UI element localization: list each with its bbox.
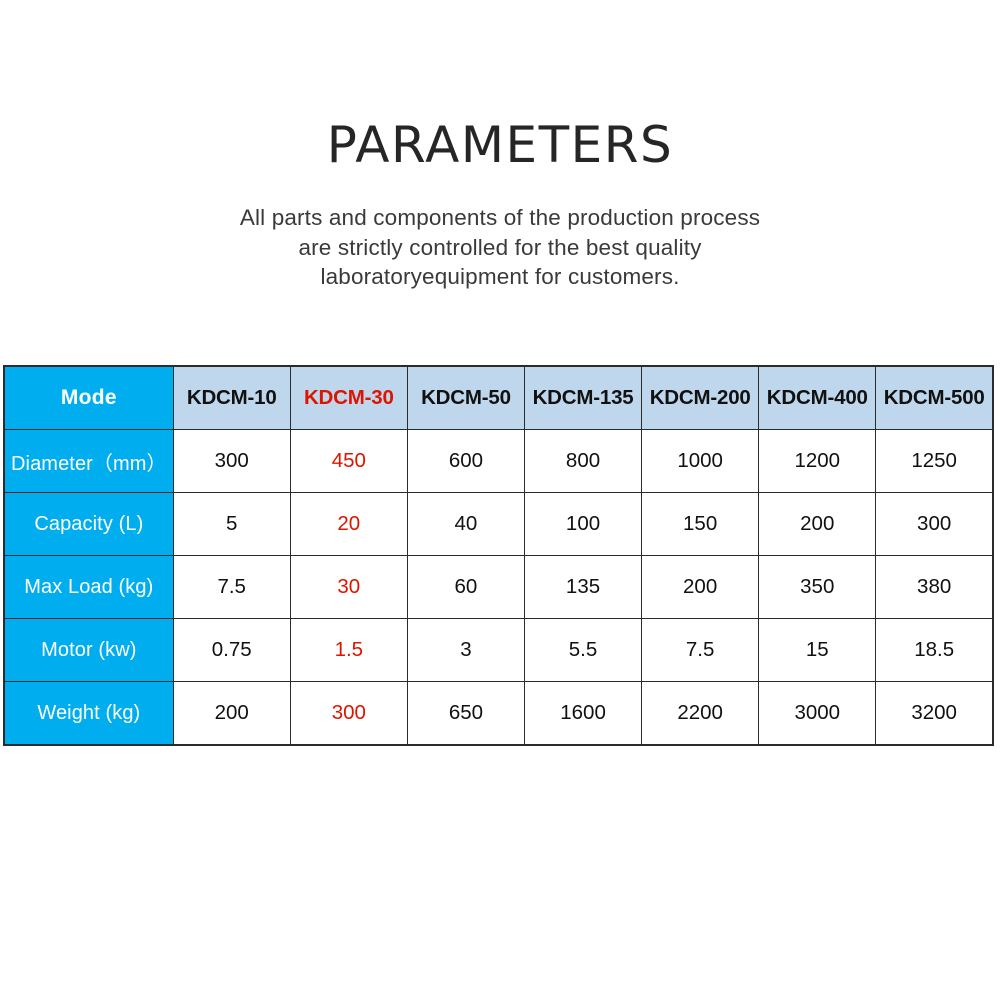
cell-max-load-kdcm-30: 30: [289, 555, 408, 619]
row-label-max-load: Max Load (kg): [3, 555, 174, 619]
column-header-kdcm-200: KDCM-200: [641, 365, 760, 430]
table-header: Mode KDCM-10 KDCM-30 KDCM-50 KDCM-135 KD…: [3, 365, 994, 430]
row-label-capacity: Capacity (L): [3, 492, 174, 556]
column-header-kdcm-400: KDCM-400: [758, 365, 877, 430]
page-root: PARAMETERS All parts and components of t…: [0, 0, 1000, 1000]
table-body: Diameter（mm） 300 450 600 800 1000 1200 1…: [3, 429, 994, 746]
column-header-kdcm-50: KDCM-50: [406, 365, 525, 430]
subtitle-line-1: All parts and components of the producti…: [239, 205, 761, 230]
cell-diameter-kdcm-400: 1200: [758, 429, 877, 493]
row-label-weight: Weight (kg): [3, 681, 174, 746]
column-header-kdcm-135: KDCM-135: [523, 365, 643, 430]
table-header-row: Mode KDCM-10 KDCM-30 KDCM-50 KDCM-135 KD…: [3, 365, 994, 430]
specifications-table: Mode KDCM-10 KDCM-30 KDCM-50 KDCM-135 KD…: [3, 365, 994, 746]
cell-diameter-kdcm-200: 1000: [641, 429, 760, 493]
cell-motor-kdcm-30: 1.5: [289, 618, 408, 682]
cell-weight-kdcm-10: 200: [172, 681, 291, 746]
cell-capacity-kdcm-50: 40: [406, 492, 525, 556]
cell-weight-kdcm-135: 1600: [523, 681, 643, 746]
column-header-kdcm-10: KDCM-10: [172, 365, 291, 430]
cell-max-load-kdcm-400: 350: [758, 555, 877, 619]
cell-motor-kdcm-135: 5.5: [523, 618, 643, 682]
cell-max-load-kdcm-500: 380: [875, 555, 994, 619]
cell-capacity-kdcm-500: 300: [875, 492, 994, 556]
cell-diameter-kdcm-50: 600: [406, 429, 525, 493]
page-subtitle: All parts and components of the producti…: [0, 203, 1000, 292]
cell-diameter-kdcm-30: 450: [289, 429, 408, 493]
cell-motor-kdcm-10: 0.75: [172, 618, 291, 682]
page-title: PARAMETERS: [326, 116, 674, 174]
cell-motor-kdcm-50: 3: [406, 618, 525, 682]
cell-motor-kdcm-500: 18.5: [875, 618, 994, 682]
table-row: Weight (kg) 200 300 650 1600 2200 3000 3…: [3, 681, 994, 746]
cell-max-load-kdcm-135: 135: [523, 555, 643, 619]
table-row: Diameter（mm） 300 450 600 800 1000 1200 1…: [3, 429, 994, 493]
table-row: Capacity (L) 5 20 40 100 150 200 300: [3, 492, 994, 556]
cell-weight-kdcm-200: 2200: [641, 681, 760, 746]
cell-capacity-kdcm-135: 100: [523, 492, 643, 556]
cell-capacity-kdcm-10: 5: [172, 492, 291, 556]
column-header-kdcm-500: KDCM-500: [875, 365, 994, 430]
cell-weight-kdcm-400: 3000: [758, 681, 877, 746]
table-corner-mode-header: Mode: [3, 365, 174, 430]
cell-motor-kdcm-400: 15: [758, 618, 877, 682]
specifications-table-wrapper: Mode KDCM-10 KDCM-30 KDCM-50 KDCM-135 KD…: [3, 365, 994, 746]
table-row: Max Load (kg) 7.5 30 60 135 200 350 380: [3, 555, 994, 619]
subtitle-line-2: are strictly controlled for the best qua…: [298, 234, 702, 260]
table-row: Motor (kw) 0.75 1.5 3 5.5 7.5 15 18.5: [3, 618, 994, 682]
cell-max-load-kdcm-200: 200: [641, 555, 760, 619]
cell-capacity-kdcm-400: 200: [758, 492, 877, 556]
heading-block: PARAMETERS All parts and components of t…: [0, 118, 1000, 292]
row-label-motor: Motor (kw): [3, 618, 174, 682]
cell-diameter-kdcm-10: 300: [172, 429, 291, 493]
cell-capacity-kdcm-200: 150: [641, 492, 760, 556]
subtitle-line-3: laboratoryequipment for customers.: [320, 264, 680, 290]
row-label-diameter: Diameter（mm）: [3, 429, 174, 493]
cell-diameter-kdcm-500: 1250: [875, 429, 994, 493]
cell-capacity-kdcm-30: 20: [289, 492, 408, 556]
cell-weight-kdcm-50: 650: [406, 681, 525, 746]
cell-max-load-kdcm-50: 60: [406, 555, 525, 619]
cell-diameter-kdcm-135: 800: [523, 429, 643, 493]
cell-weight-kdcm-30: 300: [289, 681, 408, 746]
cell-max-load-kdcm-10: 7.5: [172, 555, 291, 619]
cell-weight-kdcm-500: 3200: [875, 681, 994, 746]
cell-motor-kdcm-200: 7.5: [641, 618, 760, 682]
column-header-kdcm-30: KDCM-30: [289, 365, 408, 430]
